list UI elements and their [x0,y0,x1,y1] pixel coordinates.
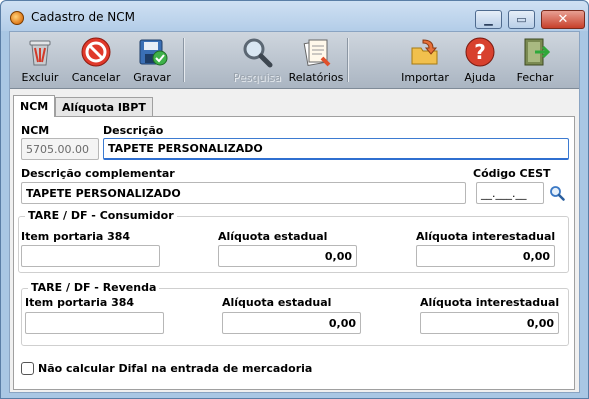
ncm-field[interactable]: 5705.00.00 [21,138,99,160]
cancel-icon [81,37,111,67]
import-folder-icon [411,39,438,65]
trash-icon [29,40,51,66]
app-window: Cadastro de NCM ▁ ▭ ✕ Excluir Cancelar G… [0,0,589,399]
search-cest-icon[interactable] [549,185,565,201]
codigo-cest-field[interactable]: __.___.__ [476,182,544,204]
importar-button[interactable]: Importar [397,34,453,86]
revenda-aliquota-interestadual-field[interactable]: 0,00 [420,312,559,334]
save-icon [139,39,168,66]
descricao-field[interactable]: TAPETE PERSONALIZADO [103,138,569,160]
group-tare-consumidor-title: TARE / DF - Consumidor [25,209,177,222]
app-logo-icon [10,11,24,25]
minimize-button[interactable]: ▁ [475,10,502,29]
difal-checkbox[interactable] [21,362,34,375]
tab-aliquota-ibpt[interactable]: Alíquota IBPT [55,97,153,116]
consumidor-item-label: Item portaria 384 [21,230,131,243]
exit-door-icon [524,38,551,66]
magnifier-icon [243,38,273,68]
descricao-complementar-label: Descrição complementar [21,167,175,180]
cancelar-label: Cancelar [71,71,121,84]
maximize-button[interactable]: ▭ [508,10,535,29]
descricao-label: Descrição [103,124,164,137]
title-bar[interactable]: Cadastro de NCM ▁ ▭ ✕ [1,1,588,31]
excluir-button[interactable]: Excluir [12,34,68,86]
gravar-button[interactable]: Gravar [124,34,180,86]
consumidor-aliquota-interestadual-label: Alíquota interestadual [416,230,556,243]
pesquisa-button[interactable]: Pesquisa [229,34,285,86]
difal-checkbox-label[interactable]: Não calcular Difal na entrada de mercado… [38,362,312,375]
tab-panel-ncm: NCM 5705.00.00 Descrição TAPETE PERSONAL… [13,116,575,390]
revenda-item-label: Item portaria 384 [25,296,135,309]
toolbar-separator [347,38,349,82]
client-area: Excluir Cancelar Gravar Pesquisa Relatór… [9,31,580,393]
revenda-aliquota-estadual-label: Alíquota estadual [222,296,332,309]
descricao-complementar-field[interactable]: TAPETE PERSONALIZADO [21,182,466,204]
consumidor-item-field[interactable] [21,245,160,267]
svg-text:?: ? [474,40,486,64]
codigo-cest-label: Código CEST [473,167,551,180]
fechar-button[interactable]: Fechar [507,34,563,86]
revenda-item-field[interactable] [25,312,164,334]
revenda-aliquota-interestadual-label: Alíquota interestadual [420,296,560,309]
tab-ncm[interactable]: NCM [13,95,56,117]
importar-label: Importar [401,71,449,84]
ajuda-label: Ajuda [464,71,496,84]
consumidor-aliquota-estadual-label: Alíquota estadual [218,230,328,243]
consumidor-aliquota-estadual-field[interactable]: 0,00 [218,245,357,267]
close-window-button[interactable]: ✕ [541,10,585,29]
fechar-label: Fechar [516,71,554,84]
ncm-label: NCM [21,124,50,137]
toolbar: Excluir Cancelar Gravar Pesquisa Relatór… [10,32,579,89]
gravar-label: Gravar [133,71,171,84]
group-tare-revenda-title: TARE / DF - Revenda [28,281,160,294]
help-icon: ? [465,37,495,67]
relatorios-label: Relatórios [288,71,344,84]
pesquisa-label: Pesquisa [232,71,282,84]
window-title: Cadastro de NCM [31,10,136,24]
toolbar-separator [183,38,185,82]
excluir-label: Excluir [21,71,59,84]
ajuda-button[interactable]: ? Ajuda [452,34,508,86]
relatorios-button[interactable]: Relatórios [288,34,344,86]
reports-icon [303,39,331,67]
consumidor-aliquota-interestadual-field[interactable]: 0,00 [416,245,555,267]
tab-ncm-label: NCM [20,100,49,113]
revenda-aliquota-estadual-field[interactable]: 0,00 [222,312,361,334]
cancelar-button[interactable]: Cancelar [68,34,124,86]
tab-aliquota-ibpt-label: Alíquota IBPT [62,100,146,114]
